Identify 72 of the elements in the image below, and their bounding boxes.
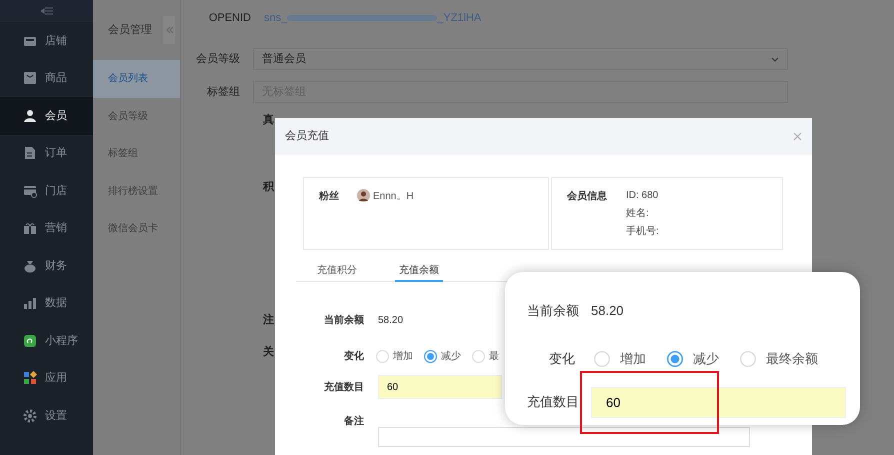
openid-start: sns_ — [264, 10, 288, 26]
gift-icon — [23, 221, 37, 236]
field-label: 当前余额 — [527, 302, 579, 320]
submenu-item[interactable]: 微信会员卡 — [93, 210, 180, 248]
document-icon — [23, 146, 37, 160]
radio-label: 最 — [489, 350, 499, 364]
sidebar-item[interactable]: 应用 — [0, 360, 93, 397]
mini-program-icon — [23, 334, 37, 348]
sidebar-item[interactable]: 小程序 — [0, 322, 93, 360]
level-select[interactable]: 普通会员 — [253, 48, 788, 70]
info-line: 姓名: — [626, 207, 650, 220]
amount-field[interactable]: 60 — [378, 375, 502, 399]
submenu-item[interactable]: 会员等级 — [93, 98, 180, 135]
sidebar-item[interactable]: 营销 — [0, 210, 93, 247]
field-label: 当前余额 — [323, 313, 364, 328]
collapse-icon[interactable] — [163, 16, 175, 44]
apps-icon — [23, 371, 37, 386]
field-label: 会员等级 — [195, 52, 240, 67]
sidebar-item[interactable]: 会员 — [0, 97, 93, 134]
tab[interactable]: 充值积分 — [313, 260, 361, 282]
field-label: OPENID — [208, 10, 251, 26]
bar-chart-icon — [23, 296, 37, 310]
submenu-item[interactable]: 排行榜设置 — [93, 172, 180, 210]
radio-label: 增加 — [393, 350, 413, 364]
note-field[interactable] — [378, 427, 750, 447]
sidebar-item[interactable]: 门店 — [0, 172, 93, 210]
card-label: 粉丝 — [319, 190, 339, 204]
shop-icon — [23, 184, 37, 198]
sidebar-item[interactable]: 财务 — [0, 247, 93, 284]
tab[interactable]: 充值余额 — [395, 260, 443, 282]
info-line: 手机号: — [626, 225, 659, 238]
balance-value: 58.20 — [378, 314, 404, 328]
balance-value: 58.20 — [591, 302, 624, 320]
card-label: 会员信息 — [567, 190, 607, 204]
info-line: ID: 680 — [626, 189, 659, 202]
field-label: 备注 — [343, 414, 364, 429]
fan-name: Ennn。H — [373, 190, 414, 204]
amount-field[interactable]: 60 — [591, 386, 846, 418]
radio-button[interactable] — [667, 351, 683, 367]
sidebar-item[interactable]: 商品 — [0, 60, 93, 97]
submenu-title: 会员管理 — [108, 22, 152, 38]
blurred-text-icon — [287, 14, 438, 22]
sidebar-item[interactable]: 数据 — [0, 284, 93, 322]
submenu-item[interactable]: 会员列表 — [93, 60, 180, 98]
field-label: 变化 — [343, 349, 364, 364]
field-label-fragment: 关 — [263, 344, 274, 360]
field-label: 充值数目 — [527, 393, 579, 412]
field-label-fragment: 注 — [263, 312, 274, 328]
field-label: 充值数目 — [323, 380, 364, 394]
sidebar-item[interactable]: 设置 — [0, 397, 93, 434]
sidebar-item[interactable]: 订单 — [0, 134, 93, 172]
radio-label: 减少 — [693, 350, 719, 368]
field-label-fragment: 积 — [263, 180, 274, 195]
radio-button[interactable] — [424, 350, 437, 362]
bag-icon — [23, 71, 37, 86]
chevron-down-icon — [771, 56, 779, 62]
avatar-icon — [357, 189, 370, 202]
settings-icon — [23, 408, 37, 423]
field-label-fragment: 真 — [263, 112, 274, 128]
radio-label: 减少 — [441, 350, 461, 364]
dialog-title: 会员充值 — [285, 129, 329, 144]
person-icon — [23, 108, 37, 123]
field-label: 变化 — [548, 350, 575, 368]
radio-label: 增加 — [620, 350, 646, 368]
radio-label: 最终余额 — [766, 350, 818, 368]
openid-end: _YZ1lHA — [437, 10, 482, 26]
field-label: 标签组 — [206, 84, 240, 100]
money-bag-icon — [23, 258, 37, 273]
sidebar-item[interactable]: 店铺 — [0, 22, 93, 60]
collapse-menu-icon[interactable] — [40, 7, 52, 15]
submenu-item[interactable]: 标签组 — [93, 135, 180, 172]
close-icon[interactable] — [793, 132, 802, 141]
